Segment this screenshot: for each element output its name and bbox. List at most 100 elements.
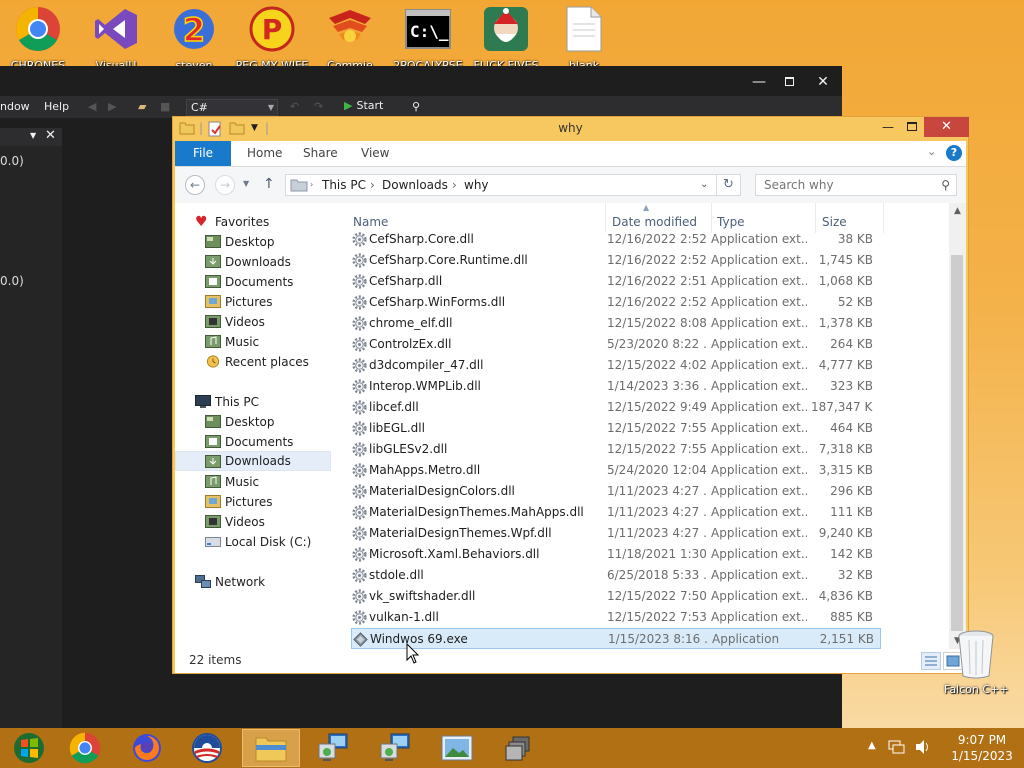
search-box[interactable]: ⚲ [755, 174, 957, 196]
search-icon[interactable]: ⚲ [941, 178, 950, 192]
volume-icon[interactable] [914, 738, 932, 768]
taskbar-photo-viewer[interactable] [428, 729, 486, 767]
tab-view[interactable]: View [351, 141, 399, 166]
taskbar-remote-desktop-2[interactable] [366, 729, 424, 767]
nav-this-pc-pictures[interactable]: Pictures [175, 492, 331, 512]
nav-favorites-pictures[interactable]: Pictures [175, 292, 331, 312]
file-row[interactable]: stdole.dll 6/25/2018 5:33 ... Application … [351, 565, 881, 586]
back-button[interactable]: ← [185, 175, 205, 195]
details-view-button[interactable] [921, 652, 941, 670]
nav-this-pc-videos[interactable]: Videos [175, 512, 331, 532]
tab-share[interactable]: Share [293, 141, 348, 166]
save-icon[interactable]: ■ [160, 100, 170, 113]
desktop-icon-2pocalypse[interactable]: C:\_ 2POCALYPSE [390, 5, 466, 72]
back-icon[interactable]: ◀ [88, 100, 96, 113]
forward-button[interactable]: → [215, 175, 235, 195]
file-row[interactable]: Windwos 69.exe 1/15/2023 8:16 ... Applicat… [351, 628, 881, 649]
file-row[interactable]: MaterialDesignThemes.Wpf.dll 1/11/2023 4:… [351, 523, 881, 544]
ide-maximize-button[interactable] [774, 72, 804, 92]
nav-favorites-downloads[interactable]: Downloads [175, 252, 331, 272]
file-row[interactable]: Interop.WMPLib.dll 1/14/2023 3:36 ... Appl… [351, 376, 881, 397]
breadcrumb-this-pc[interactable]: This PC [322, 178, 366, 192]
breadcrumb-separator-icon[interactable]: › [452, 178, 457, 192]
file-row[interactable]: libGLESv2.dll 12/15/2022 7:55... Applicati… [351, 439, 881, 460]
refresh-button[interactable]: ↻ [717, 174, 741, 196]
file-row[interactable]: vulkan-1.dll 12/15/2022 7:53... Applicatio… [351, 607, 881, 628]
file-row[interactable]: CefSharp.WinForms.dll 12/16/2022 2:52... A… [351, 292, 881, 313]
nav-network[interactable]: Network [175, 572, 331, 592]
file-row[interactable]: Microsoft.Xaml.Behaviors.dll 11/18/2021 1… [351, 544, 881, 565]
nav-this-pc-downloads[interactable]: Downloads [175, 451, 331, 471]
ide-start-button[interactable]: ▶ Start [344, 99, 383, 112]
file-row[interactable]: CefSharp.Core.Runtime.dll 12/16/2022 2:52… [351, 250, 881, 271]
taskbar-clock[interactable]: 9:07 PM 1/15/2023 [940, 732, 1024, 764]
file-row[interactable]: ControlzEx.dll 5/23/2020 8:22 ... Applicat… [351, 334, 881, 355]
nav-favorites-documents[interactable]: Documents [175, 272, 331, 292]
ide-titlebar[interactable]: — ✕ [0, 66, 842, 96]
file-row[interactable]: CefSharp.dll 12/16/2022 2:51... Applicatio… [351, 271, 881, 292]
forward-icon[interactable]: ▶ [108, 100, 116, 113]
taskbar-windows-media-center[interactable] [0, 729, 58, 767]
up-button[interactable]: ↑ [263, 176, 275, 192]
desktop-icon-recycle-bin[interactable]: Falcon C++ [944, 628, 1008, 698]
help-icon[interactable]: ? [946, 145, 962, 161]
ide-menu-window[interactable]: ndow [0, 100, 30, 113]
file-row[interactable]: MaterialDesignColors.dll 1/11/2023 4:27 .… [351, 481, 881, 502]
scroll-up-icon[interactable]: ▲ [949, 203, 966, 219]
vertical-scrollbar[interactable]: ▲ ▼ [949, 203, 966, 649]
breadcrumb-why[interactable]: why [464, 178, 489, 192]
taskbar-chrome[interactable] [56, 729, 114, 767]
file-row[interactable]: CefSharp.Core.dll 12/16/2022 2:52... Appli… [351, 229, 881, 250]
desktop-icon-commie[interactable]: Commie [312, 5, 388, 72]
redo-icon[interactable]: ↷ [314, 100, 323, 113]
file-row[interactable]: libcef.dll 12/15/2022 9:49... Application … [351, 397, 881, 418]
nav-this-pc-music[interactable]: Music [175, 472, 331, 492]
tab-file[interactable]: File [175, 141, 231, 166]
nav-this-pc[interactable]: This PC [175, 392, 331, 412]
taskbar-obama[interactable] [178, 729, 236, 767]
maximize-button[interactable] [898, 118, 926, 136]
desktop-icon-visualu[interactable]: VisualU [78, 5, 154, 72]
desktop-icon-flick-fives[interactable]: FLICK FIVES [468, 5, 544, 72]
file-row[interactable]: MahApps.Metro.dll 5/24/2020 12:04... Appli… [351, 460, 881, 481]
ide-language-combo[interactable]: C# ▼ [186, 99, 278, 116]
undo-icon[interactable]: ↶ [290, 100, 299, 113]
column-header-date-modified[interactable]: Date modified [612, 215, 697, 229]
column-header-type[interactable]: Type [717, 215, 745, 229]
ide-minimize-button[interactable]: — [744, 72, 774, 92]
desktop-icon-peg-my-wife[interactable]: P PEG MY WIFE [234, 5, 310, 72]
taskbar-remote-desktop[interactable] [304, 729, 362, 767]
desktop-icon-steven[interactable]: 2 steven [156, 5, 232, 72]
nav-this-pc-desktop[interactable]: Desktop [175, 412, 331, 432]
nav-favorites-music[interactable]: Music [175, 332, 331, 352]
chevron-down-icon[interactable]: ⌄ [700, 179, 708, 190]
column-header-name[interactable]: Name [353, 215, 388, 229]
breadcrumb-separator-icon[interactable]: › [370, 178, 375, 192]
nav-favorites[interactable]: ♥ Favorites [175, 212, 331, 232]
breadcrumb-downloads[interactable]: Downloads [382, 178, 448, 192]
show-hidden-icons-icon[interactable]: ▲ [868, 740, 876, 768]
network-status-icon[interactable] [888, 738, 906, 768]
explorer-titlebar[interactable]: | ▼ | why — ✕ [173, 117, 969, 141]
taskbar-task-view[interactable] [490, 729, 548, 767]
close-button[interactable]: ✕ [924, 117, 969, 137]
nav-favorites-recent-places[interactable]: Recent places [175, 352, 331, 372]
find-icon[interactable]: ⚲ [412, 100, 420, 113]
taskbar-firefox[interactable] [118, 729, 176, 767]
panel-dropdown-icon[interactable]: ▼ [30, 131, 36, 140]
column-header-size[interactable]: Size [822, 215, 847, 229]
nav-this-pc-documents[interactable]: Documents [175, 432, 331, 452]
file-row[interactable]: vk_swiftshader.dll 12/15/2022 7:50... Appl… [351, 586, 881, 607]
scrollbar-thumb[interactable] [951, 255, 963, 631]
file-row[interactable]: libEGL.dll 12/15/2022 7:55... Application … [351, 418, 881, 439]
nav-favorites-videos[interactable]: Videos [175, 312, 331, 332]
expand-ribbon-icon[interactable]: ⌄ [927, 145, 936, 158]
file-row[interactable]: chrome_elf.dll 12/15/2022 8:08... Applicat… [351, 313, 881, 334]
panel-close-icon[interactable]: ✕ [45, 128, 56, 143]
open-folder-icon[interactable]: ▰ [138, 100, 146, 113]
nav-favorites-desktop[interactable]: Desktop [175, 232, 331, 252]
recent-locations-icon[interactable]: ▼ [243, 179, 249, 188]
taskbar-file-explorer[interactable] [242, 729, 300, 767]
address-bar[interactable]: › This PC › Downloads › why ⌄ [285, 174, 717, 196]
file-row[interactable]: MaterialDesignThemes.MahApps.dll 1/11/202… [351, 502, 881, 523]
